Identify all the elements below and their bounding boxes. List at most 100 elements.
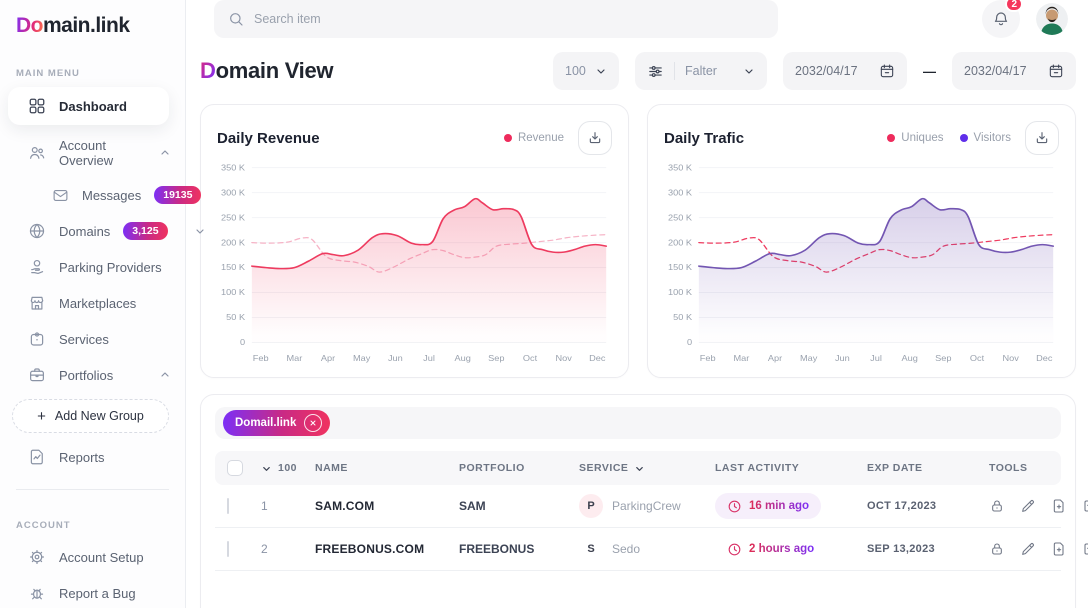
service-header-label: SERVICE bbox=[579, 462, 628, 474]
sidebar-item-account-setup[interactable]: Account Setup bbox=[0, 539, 185, 575]
sidebar-item-portfolios[interactable]: Portfolios bbox=[0, 357, 185, 393]
sidebar-item-domains[interactable]: Domains 3,125 bbox=[0, 213, 185, 249]
active-filters-strip: Domail.link bbox=[215, 407, 1061, 439]
sidebar-item-parking-providers[interactable]: Parking Providers bbox=[0, 249, 185, 285]
date-to-value: 2032/04/17 bbox=[964, 64, 1027, 78]
filter-chip-domail-link[interactable]: Domail.link bbox=[223, 410, 330, 436]
last-activity-text: 2 hours ago bbox=[749, 543, 814, 555]
charts-row: Daily Revenue Revenue 350 K300 K250 K200… bbox=[200, 104, 1076, 378]
svg-text:200 K: 200 K bbox=[221, 238, 245, 247]
svg-text:Sep: Sep bbox=[488, 353, 504, 362]
select-all-checkbox[interactable] bbox=[227, 460, 243, 476]
page-size-select[interactable]: 100 bbox=[553, 52, 619, 90]
daily-trafic-card: Daily Trafic UniquesVisitors 350 K300 K2… bbox=[647, 104, 1076, 378]
user-avatar[interactable] bbox=[1036, 3, 1068, 35]
filter-label: Falter bbox=[685, 64, 717, 78]
filter-chip-label: Domail.link bbox=[235, 417, 296, 429]
sidebar-item-dashboard[interactable]: Dashboard bbox=[8, 87, 169, 125]
last-activity-text: 16 min ago bbox=[749, 500, 809, 512]
section-main-menu-label: MAIN MENU bbox=[16, 68, 185, 79]
svg-text:Apr: Apr bbox=[768, 353, 782, 362]
search-input[interactable] bbox=[254, 12, 764, 26]
file-plus-icon[interactable] bbox=[1051, 498, 1067, 514]
row-checkbox[interactable] bbox=[227, 541, 229, 557]
service-name: ParkingCrew bbox=[612, 499, 681, 513]
last-activity-badge: 16 min ago bbox=[715, 493, 821, 519]
lock-icon[interactable] bbox=[989, 541, 1005, 557]
logo: Domain.link bbox=[0, 14, 185, 38]
chart-title: Daily Trafic bbox=[664, 130, 744, 147]
date-from-picker[interactable]: 2032/04/17 bbox=[783, 52, 907, 90]
lock-icon[interactable] bbox=[989, 498, 1005, 514]
svg-text:150 K: 150 K bbox=[221, 263, 245, 272]
row-number: 2 bbox=[261, 542, 315, 556]
date-from-value: 2032/04/17 bbox=[795, 64, 858, 78]
sidebar-item-messages[interactable]: Messages 19135 bbox=[0, 177, 185, 213]
page-title-rest: omain View bbox=[216, 58, 334, 83]
sliders-icon bbox=[647, 63, 664, 80]
filter-divider bbox=[674, 62, 675, 80]
sidebar-item-reports[interactable]: Reports bbox=[0, 439, 185, 475]
svg-text:Aug: Aug bbox=[455, 353, 471, 362]
chevron-down-icon[interactable] bbox=[194, 225, 206, 237]
svg-text:Aug: Aug bbox=[902, 353, 918, 362]
logo-rest: main.link bbox=[43, 14, 130, 37]
domains-count-badge: 3,125 bbox=[123, 222, 167, 240]
service-name: Sedo bbox=[612, 542, 640, 556]
svg-text:0: 0 bbox=[687, 338, 692, 347]
daily-trafic-chart: 350 K300 K250 K200 K150 K100 K50 K0FebMa… bbox=[664, 159, 1059, 367]
note-plus-icon[interactable] bbox=[1082, 541, 1088, 557]
edit-pencil-icon[interactable] bbox=[1020, 498, 1036, 514]
note-plus-icon[interactable] bbox=[1082, 498, 1088, 514]
svg-text:Oct: Oct bbox=[523, 353, 538, 362]
last-activity-header[interactable]: LAST ACTIVITY bbox=[715, 462, 867, 474]
sidebar-item-label: Parking Providers bbox=[59, 260, 162, 275]
search-icon bbox=[228, 11, 244, 27]
legend-label: Visitors bbox=[974, 132, 1012, 144]
edit-pencil-icon[interactable] bbox=[1020, 541, 1036, 557]
exp-date-header[interactable]: EXP DATE bbox=[867, 462, 989, 474]
sidebar-item-services[interactable]: Services bbox=[0, 321, 185, 357]
domain-name: FREEBONUS.COM bbox=[315, 542, 459, 556]
service-initial-badge: S bbox=[579, 537, 603, 561]
table-header-row: 100 NAME PORTFOLIO SERVICE LAST ACTIVITY… bbox=[215, 451, 1061, 485]
svg-text:Oct: Oct bbox=[970, 353, 985, 362]
services-box-icon bbox=[28, 330, 46, 348]
download-button[interactable] bbox=[578, 121, 612, 155]
filter-dropdown[interactable]: Falter bbox=[635, 52, 767, 90]
add-new-group-button[interactable]: + Add New Group bbox=[12, 399, 169, 433]
service-header[interactable]: SERVICE bbox=[579, 462, 715, 474]
portfolio-header[interactable]: PORTFOLIO bbox=[459, 462, 579, 474]
sidebar-item-label: Account Overview bbox=[59, 138, 133, 168]
name-header[interactable]: NAME bbox=[315, 462, 459, 474]
date-to-picker[interactable]: 2032/04/17 bbox=[952, 52, 1076, 90]
remove-filter-button[interactable] bbox=[304, 414, 322, 432]
chart-header: Daily Revenue Revenue bbox=[217, 121, 612, 155]
notification-count-badge: 2 bbox=[1005, 0, 1023, 12]
daily-revenue-chart: 350 K300 K250 K200 K150 K100 K50 K0FebMa… bbox=[217, 159, 612, 367]
sidebar-divider bbox=[16, 489, 169, 490]
legend-item: Revenue bbox=[504, 132, 564, 144]
sidebar-item-label: Messages bbox=[82, 188, 141, 203]
tools-header: TOOLS bbox=[989, 462, 1061, 474]
notifications-button[interactable]: 2 bbox=[982, 0, 1020, 38]
chevron-down-icon bbox=[595, 65, 607, 77]
legend-dot bbox=[504, 134, 512, 142]
sidebar-item-account-overview[interactable]: Account Overview bbox=[0, 129, 185, 177]
download-button[interactable] bbox=[1025, 121, 1059, 155]
svg-text:May: May bbox=[353, 353, 371, 362]
sidebar-item-report-a-bug[interactable]: Report a Bug bbox=[0, 575, 185, 608]
chevron-up-icon[interactable] bbox=[159, 369, 171, 381]
messages-count-badge: 19135 bbox=[154, 186, 201, 204]
count-header[interactable]: 100 bbox=[261, 462, 315, 474]
sidebar-item-marketplaces[interactable]: Marketplaces bbox=[0, 285, 185, 321]
envelope-icon bbox=[52, 187, 69, 204]
file-plus-icon[interactable] bbox=[1051, 541, 1067, 557]
table-row[interactable]: 2 FREEBONUS.COM FREEBONUS S Sedo 2 hours… bbox=[215, 528, 1061, 571]
service-initial-badge: P bbox=[579, 494, 603, 518]
topbar: 2 bbox=[186, 0, 1088, 38]
table-row[interactable]: 1 SAM.COM SAM P ParkingCrew 16 min ago O… bbox=[215, 485, 1061, 528]
search-bar[interactable] bbox=[214, 0, 778, 38]
row-checkbox[interactable] bbox=[227, 498, 229, 514]
chevron-up-icon[interactable] bbox=[159, 147, 171, 159]
